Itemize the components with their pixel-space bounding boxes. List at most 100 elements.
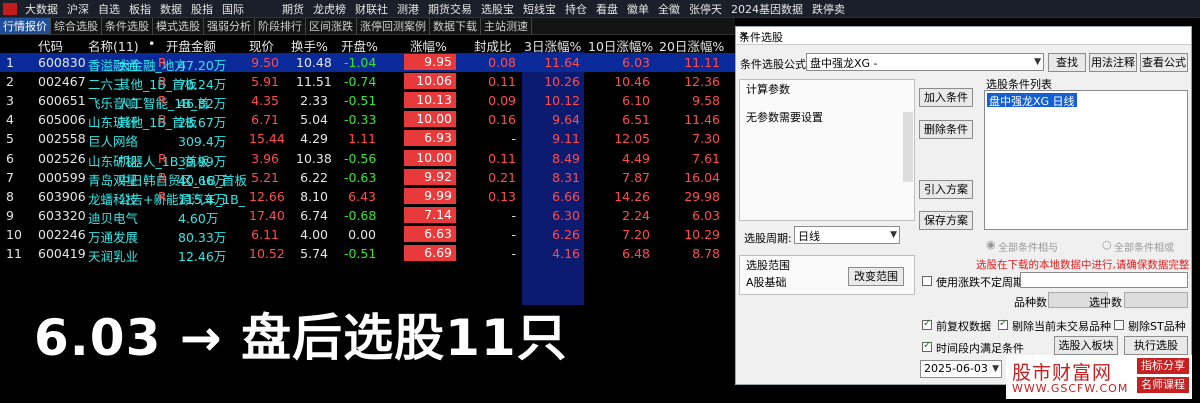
- rating-mark-icon: R: [158, 112, 167, 128]
- menu-item[interactable]: 财联社: [355, 1, 397, 17]
- table-row[interactable]: 5 002558 巨人网络 309.4万 15.44 4.29 1.11 6.93-9.11 1…: [0, 129, 735, 149]
- tab-range-change[interactable]: 区间涨跌: [306, 18, 357, 34]
- table-row[interactable]: 4 605006 山东玻纤 28.67万 6.71 5.04 -0.33 10.00 0.16 9…: [0, 110, 735, 130]
- rating-mark-icon: R: [158, 93, 167, 109]
- cell-code: 002526: [38, 150, 86, 166]
- close-icon[interactable]: ✕: [739, 29, 1187, 42]
- cell-seal: 0.08: [488, 55, 516, 70]
- table-row[interactable]: 1 600830 香溢融通 47.20万 9.50 10.48 -1.04 9.95 0.08 1…: [0, 53, 735, 73]
- menu-item[interactable]: 短线宝: [523, 1, 565, 17]
- save-scheme-button[interactable]: 保存方案: [919, 211, 973, 230]
- menu-item[interactable]: 测港: [397, 1, 428, 17]
- cell-code: 600419: [38, 246, 86, 261]
- menu-item[interactable]: 国际: [222, 1, 282, 17]
- tab-stage-rank[interactable]: 阶段排行: [255, 18, 306, 34]
- cell-price: 4.35: [251, 93, 279, 109]
- restore-checkbox[interactable]: [922, 318, 932, 330]
- table-row[interactable]: 9 603320 迪贝电气 4.60万 17.40 6.74 -0.68 7.14-6.30 2…: [0, 206, 735, 226]
- menu-item[interactable]: 持仓: [565, 1, 596, 17]
- tab-strength[interactable]: 强弱分析: [204, 18, 255, 34]
- menu-item[interactable]: 股指: [191, 1, 222, 17]
- table-row[interactable]: 6 002526 山东矿机 39.99万 3.96 10.38 -0.56 10.00 0.11…: [0, 149, 735, 169]
- cell-price: 10.52: [249, 246, 285, 261]
- formula-value: 盘中强龙XG -: [810, 57, 878, 70]
- delete-condition-button[interactable]: 删除条件: [919, 120, 973, 139]
- add-condition-button[interactable]: 加入条件: [919, 88, 973, 107]
- cell-seal: 0.13: [488, 188, 516, 204]
- table-row[interactable]: 3 600651 飞乐音响 46.82万 4.35 2.33 -0.51 10.13 0.09 1…: [0, 91, 735, 111]
- col-dot[interactable]: •: [148, 36, 155, 51]
- period-value: 日线: [798, 230, 820, 243]
- table-row[interactable]: 7 000599 青岛双星 40.66万 5.21 6.22 -0.63 9.92 0.21 8.…: [0, 168, 735, 188]
- menu-item[interactable]: 期货交易: [428, 1, 481, 17]
- cell-d3: 10.12: [544, 93, 580, 109]
- condition-list[interactable]: 盘中强龙XG 日线: [984, 90, 1188, 230]
- menu-item[interactable]: 大数据: [25, 1, 67, 17]
- tab-composite[interactable]: 综合选股: [51, 18, 102, 34]
- date-picker[interactable]: 2025-06-03 ▼: [920, 360, 1002, 378]
- cell-n: 11: [6, 246, 22, 261]
- function-tabs: 行情报价 综合选股 条件选股 模式选股 强弱分析 阶段排行 区间涨跌 涨停回测案…: [0, 18, 735, 35]
- menu-item[interactable]: 龙虎榜: [313, 1, 355, 17]
- caption-overlay: 6.03 → 盘后选股11只: [34, 309, 568, 367]
- table-row[interactable]: 8 603906 龙蟠科技 115.4万 12.66 8.10 6.43 9.99 0.13 6.…: [0, 187, 735, 207]
- menu-item[interactable]: 板指: [129, 1, 160, 17]
- cell-n: 8: [6, 188, 14, 204]
- cell-code: 002246: [38, 226, 86, 242]
- tab-condition[interactable]: 条件选股: [102, 18, 153, 34]
- st-checkbox[interactable]: [1114, 320, 1124, 330]
- menu-item[interactable]: 沪深: [67, 1, 98, 17]
- varperiod-input[interactable]: [1020, 272, 1188, 288]
- view-formula-button[interactable]: 查看公式: [1140, 53, 1188, 72]
- cell-open-pct: -0.74: [344, 74, 377, 90]
- scrollbar[interactable]: [903, 112, 913, 182]
- usage-button[interactable]: 用法注释: [1089, 53, 1137, 72]
- cell-chg: 6.69: [404, 245, 456, 261]
- cell-n: 3: [6, 93, 14, 109]
- menu-item[interactable]: 看盘: [596, 1, 627, 17]
- list-item[interactable]: 盘中强龙XG 日线: [987, 93, 1077, 108]
- table-row[interactable]: 11 600419 天润乳业 12.46万 10.52 5.74 -0.51 6.69 - 4.1…: [0, 244, 735, 264]
- radio-and-icon[interactable]: ◉: [986, 238, 996, 251]
- cell-d20: 9.58: [692, 93, 720, 109]
- menu-item[interactable]: 数据: [160, 1, 191, 17]
- cell-d3: 10.26: [544, 74, 580, 90]
- menu-item[interactable]: 全徽: [658, 1, 689, 17]
- into-block-button[interactable]: 选股入板块: [1054, 336, 1118, 355]
- formula-select[interactable]: 盘中强龙XG - ▼: [806, 53, 1044, 71]
- menu-item[interactable]: 张停天: [689, 1, 731, 17]
- import-scheme-button[interactable]: 引入方案: [919, 180, 973, 199]
- table-row[interactable]: 2 002467 二六三 70.24万 5.91 11.51 -0.74 10.06 0.11 1…: [0, 72, 735, 92]
- menu-item[interactable]: 选股宝: [481, 1, 523, 17]
- cell-chg: 9.95: [404, 54, 456, 70]
- notrade-checkbox[interactable]: [998, 318, 1008, 330]
- cell-d20: 29.98: [684, 188, 720, 204]
- cell-d20: 11.46: [684, 112, 720, 128]
- period-select[interactable]: 日线 ▼: [794, 226, 900, 244]
- cell-turn: 5.04: [300, 112, 328, 128]
- table-row[interactable]: 10 002246 万通发展 80.33万 6.11 4.00 0.00 6.63-6.26 7…: [0, 225, 735, 245]
- menu-item[interactable]: 跌停卖: [812, 1, 854, 17]
- tab-download[interactable]: 数据下载: [430, 18, 481, 34]
- cell-chg: 10.06: [404, 73, 456, 90]
- timerange-checkbox[interactable]: [922, 340, 932, 352]
- find-button[interactable]: 查找: [1048, 53, 1086, 72]
- menu-item[interactable]: 2024基因数据: [731, 1, 812, 17]
- menu-item[interactable]: 自选: [98, 1, 129, 17]
- cell-d3: 9.11: [552, 131, 580, 147]
- cell-price: 5.21: [251, 169, 279, 185]
- varperiod-checkbox[interactable]: [922, 276, 932, 286]
- tab-quote[interactable]: 行情报价: [0, 18, 51, 34]
- rating-mark-icon: R: [158, 188, 167, 204]
- cell-price: 12.66: [249, 188, 285, 204]
- change-range-button[interactable]: 改变范围: [848, 267, 904, 286]
- radio-or-icon[interactable]: ○: [1102, 238, 1112, 251]
- tab-mode[interactable]: 模式选股: [153, 18, 204, 34]
- calc-params-panel: 计算参数 无参数需要设置: [739, 79, 915, 221]
- menu-item[interactable]: 徽单: [627, 1, 658, 17]
- cell-d3: 6.66: [552, 188, 580, 204]
- menu-item[interactable]: 期货: [282, 1, 313, 17]
- execute-button[interactable]: 执行选股: [1124, 336, 1188, 355]
- tab-limitup-backtest[interactable]: 涨停回测案例: [357, 18, 430, 34]
- tab-speedtest[interactable]: 主站测速: [481, 18, 532, 34]
